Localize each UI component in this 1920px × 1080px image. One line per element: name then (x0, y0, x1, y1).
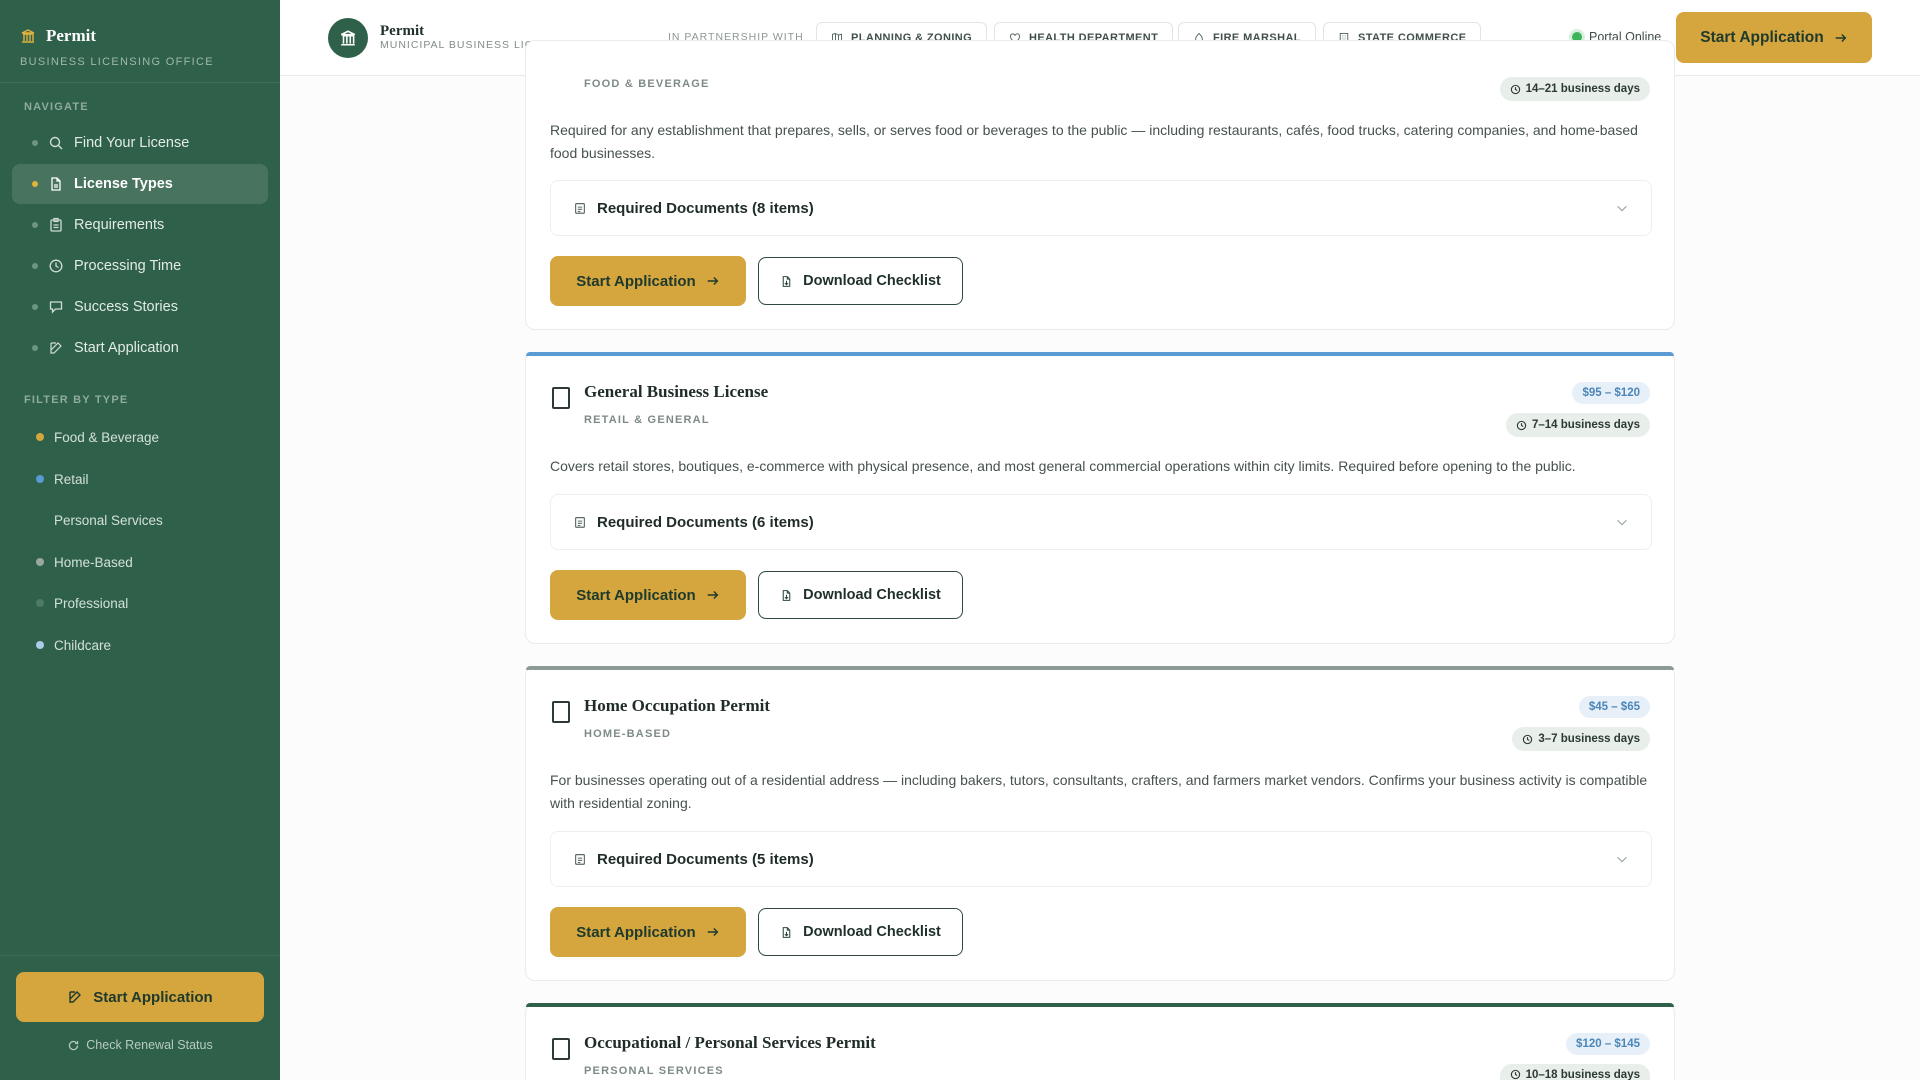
processing-time-badge: 14–21 business days (1499, 77, 1650, 101)
building-icon (339, 29, 357, 47)
fee-badge: $120 – $145 (1566, 1033, 1650, 1055)
nav-label: License Types (74, 176, 173, 192)
sidebar-brand: Permit BUSINESS LICENSING OFFICE (0, 0, 280, 83)
license-category: FOOD & BEVERAGE (584, 78, 710, 90)
license-card-home-occupation: Home Occupation Permit HOME-BASED $45 – … (525, 666, 1675, 981)
arrow-right-icon (706, 274, 720, 288)
card-accent-bar (526, 352, 1674, 356)
clipboard-icon (573, 852, 587, 866)
select-checkbox[interactable] (552, 1038, 570, 1060)
filter-professional[interactable]: Professional (36, 593, 128, 613)
edit-icon (48, 340, 64, 356)
filter-home-based[interactable]: Home-Based (36, 552, 133, 572)
nav-success-stories[interactable]: Success Stories (12, 287, 268, 327)
header-start-application-button[interactable]: Start Application (1676, 12, 1872, 63)
document-icon (780, 926, 793, 939)
clock-icon (1522, 734, 1533, 745)
nav-find-your-license[interactable]: Find Your License (12, 123, 268, 163)
document-icon (780, 589, 793, 602)
arrow-right-icon (1834, 31, 1848, 45)
processing-time-badge: 3–7 business days (1512, 727, 1650, 751)
clock-icon (1510, 84, 1521, 95)
search-icon (48, 135, 64, 151)
filter-dot (36, 599, 44, 607)
building-icon (20, 28, 36, 44)
required-documents-toggle[interactable]: Required Documents (6 items) (550, 494, 1652, 550)
chevron-down-icon (1615, 201, 1629, 215)
chat-icon (48, 299, 64, 315)
arrow-right-icon (706, 925, 720, 939)
nav-requirements[interactable]: Requirements (12, 205, 268, 245)
nav-label: Requirements (74, 217, 165, 233)
navigate-label: NAVIGATE (24, 101, 89, 113)
filter-dot (36, 641, 44, 649)
license-card-food-beverage: FOOD & BEVERAGE 14–21 business days Requ… (525, 40, 1675, 330)
nav-label: Find Your License (74, 135, 190, 151)
filter-food-beverage[interactable]: Food & Beverage (36, 427, 159, 447)
license-description: Required for any establishment that prep… (550, 122, 1638, 161)
license-title: General Business License (584, 382, 769, 401)
logo[interactable] (328, 18, 368, 58)
required-documents-toggle[interactable]: Required Documents (8 items) (550, 180, 1652, 236)
license-category: HOME-BASED (584, 728, 672, 740)
brand-subtitle: BUSINESS LICENSING OFFICE (20, 56, 214, 68)
clock-icon (48, 258, 64, 274)
license-category: PERSONAL SERVICES (584, 1065, 724, 1077)
select-checkbox[interactable] (552, 701, 570, 723)
nav-start-application[interactable]: Start Application (12, 328, 268, 368)
required-documents-toggle[interactable]: Required Documents (5 items) (550, 831, 1652, 887)
nav-processing-time[interactable]: Processing Time (12, 246, 268, 286)
clipboard-icon (573, 201, 587, 215)
clock-icon (1516, 420, 1527, 431)
check-renewal-status-link[interactable]: Check Renewal Status (0, 1038, 280, 1052)
filter-personal-services[interactable]: Personal Services (36, 510, 163, 530)
chevron-down-icon (1615, 852, 1629, 866)
filter-dot (36, 475, 44, 483)
license-description: Covers retail stores, boutiques, e-comme… (550, 458, 1576, 474)
sidebar: Permit BUSINESS LICENSING OFFICE NAVIGAT… (0, 0, 280, 1080)
chevron-down-icon (1615, 515, 1629, 529)
clock-icon (1510, 1069, 1521, 1080)
card-accent-bar (526, 1003, 1674, 1007)
filter-childcare[interactable]: Childcare (36, 635, 111, 655)
start-application-button[interactable]: Start Application (550, 907, 746, 957)
fee-badge: $95 – $120 (1572, 382, 1650, 404)
processing-time-badge: 7–14 business days (1505, 413, 1650, 437)
header-title: Permit (380, 23, 425, 39)
license-category: RETAIL & GENERAL (584, 414, 710, 426)
nav-label: Processing Time (74, 258, 182, 274)
filter-label: FILTER BY TYPE (24, 394, 129, 406)
filter-dot (36, 558, 44, 566)
document-icon (780, 275, 793, 288)
start-application-button[interactable]: Start Application (550, 256, 746, 306)
license-title: Occupational / Personal Services Permit (584, 1033, 876, 1052)
nav-label: Start Application (74, 340, 179, 356)
brand-name: Permit (46, 26, 97, 45)
fee-badge: $45 – $65 (1578, 696, 1650, 718)
processing-time-badge: 10–18 business days (1499, 1064, 1650, 1080)
filter-dot (36, 433, 44, 441)
document-icon (48, 176, 64, 192)
sidebar-start-application-button[interactable]: Start Application (16, 972, 264, 1022)
download-checklist-button[interactable]: Download Checklist (758, 908, 963, 956)
select-checkbox[interactable] (552, 387, 570, 409)
filter-retail[interactable]: Retail (36, 469, 89, 489)
card-accent-bar (526, 666, 1674, 670)
refresh-icon (67, 1039, 80, 1052)
license-description: For businesses operating out of a reside… (550, 772, 1648, 811)
sidebar-footer: Start Application Check Renewal Status (0, 955, 280, 1080)
filter-dot (36, 516, 44, 524)
download-checklist-button[interactable]: Download Checklist (758, 571, 963, 619)
clipboard-icon (48, 217, 64, 233)
edit-icon (67, 989, 83, 1005)
arrow-right-icon (706, 588, 720, 602)
nav-license-types[interactable]: License Types (12, 164, 268, 204)
start-application-button[interactable]: Start Application (550, 570, 746, 620)
license-card-personal-services: Occupational / Personal Services Permit … (525, 1003, 1675, 1080)
nav-label: Success Stories (74, 299, 178, 315)
clipboard-icon (573, 515, 587, 529)
license-card-general-business: General Business License RETAIL & GENERA… (525, 352, 1675, 644)
license-title: Home Occupation Permit (584, 696, 771, 715)
download-checklist-button[interactable]: Download Checklist (758, 257, 963, 305)
